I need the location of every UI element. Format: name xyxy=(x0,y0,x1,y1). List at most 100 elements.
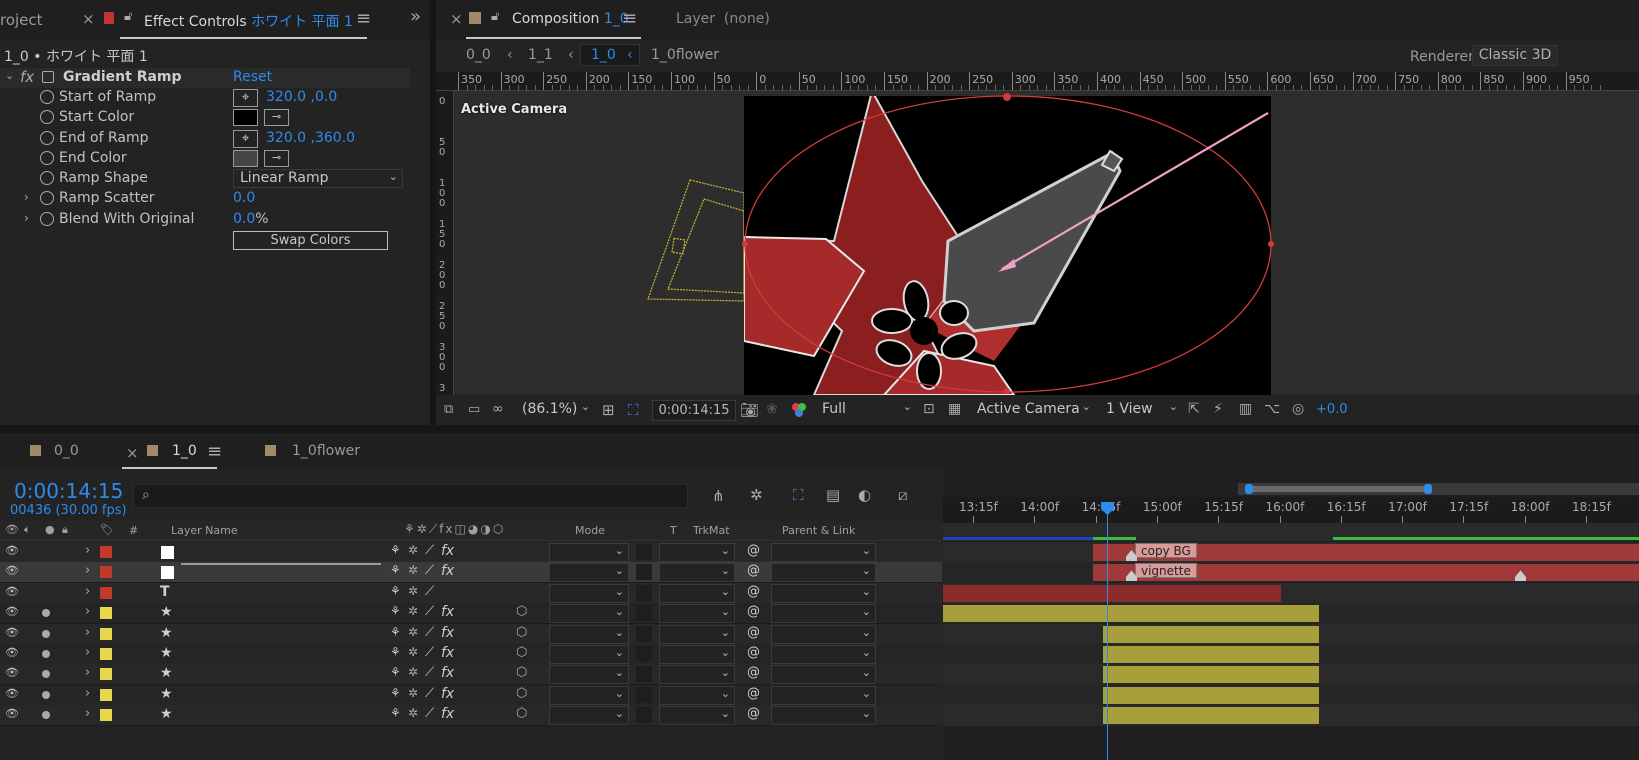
fx-icon[interactable]: fx xyxy=(20,68,34,86)
pickwhip-icon[interactable]: @ xyxy=(747,686,760,701)
col-mode[interactable]: Mode xyxy=(575,524,605,537)
work-area-range[interactable] xyxy=(1248,486,1428,492)
layer-row[interactable]: 👁︎ › ★ ⚘ ✲ ⟋ fx ⬡ ⌄ ⌄ @ ⌄ xyxy=(0,705,942,727)
shy-switch-icon[interactable]: ⚘ xyxy=(390,625,401,639)
draft-3d-icon[interactable]: ✲ xyxy=(750,486,763,504)
chevron-right-icon[interactable]: › xyxy=(85,645,90,660)
layer-name[interactable] xyxy=(181,563,381,566)
shy-switch-icon[interactable]: ⚘ xyxy=(390,686,401,700)
camera-icon[interactable]: 📷︎ xyxy=(740,401,759,419)
label-icon[interactable]: 🏷︎ xyxy=(100,523,114,536)
prop-value[interactable]: 320.0 ,0.0 xyxy=(266,89,337,105)
shy-switch-icon[interactable]: ⚘ xyxy=(390,584,401,598)
pickwhip-icon[interactable]: @ xyxy=(747,563,760,578)
stopwatch-icon[interactable] xyxy=(40,171,54,185)
preserve-transparency-box[interactable] xyxy=(636,544,652,560)
timeline-icon[interactable]: ▥ xyxy=(1239,401,1252,417)
3d-layer-icon[interactable]: ⬡ xyxy=(516,625,527,640)
collapse-switch-icon[interactable]: ✲ xyxy=(408,563,418,577)
lock-icon[interactable]: 🔒︎ xyxy=(62,523,68,537)
collapse-switch-icon[interactable]: ✲ xyxy=(408,665,418,679)
preserve-transparency-box[interactable] xyxy=(636,646,652,662)
tab-comp-active[interactable]: 1_0 xyxy=(172,443,197,459)
layer-row[interactable]: 👁︎ › ⚘ ✲ ⟋ fx ⌄ ⌄ @ ⌄ xyxy=(0,562,942,584)
3d-layer-icon[interactable]: ⬡ xyxy=(516,665,527,680)
tab-comp[interactable]: 0_0 xyxy=(54,443,79,459)
layer-duration-bar[interactable] xyxy=(943,584,1281,602)
label-swatch[interactable] xyxy=(100,546,112,558)
close-icon[interactable]: × xyxy=(450,10,463,28)
label-swatch[interactable] xyxy=(100,627,112,640)
layer-duration-bar[interactable] xyxy=(1103,625,1319,643)
solo-dot[interactable] xyxy=(42,650,50,658)
solo-dot[interactable] xyxy=(42,609,50,618)
resolution-select[interactable]: Full ⌄ xyxy=(816,400,916,421)
mode-select[interactable]: ⌄ xyxy=(549,604,629,624)
parent-select[interactable]: ⌄ xyxy=(771,665,876,685)
layer-duration-bar[interactable] xyxy=(1103,686,1319,704)
preserve-transparency-box[interactable] xyxy=(636,625,652,642)
solo-dot[interactable] xyxy=(42,690,50,699)
pickwhip-icon[interactable]: @ xyxy=(747,584,760,599)
search-input[interactable]: ⌕ xyxy=(133,484,688,508)
chevron-right-icon[interactable]: › xyxy=(85,686,90,701)
solo-dot[interactable] xyxy=(42,629,50,638)
parent-select[interactable]: ⌄ xyxy=(771,543,876,562)
ramp-shape-select[interactable]: Linear Ramp ⌄ xyxy=(233,169,403,188)
breadcrumb-item[interactable]: 1_1 xyxy=(528,47,553,63)
label-swatch[interactable] xyxy=(100,648,112,660)
label-swatch[interactable] xyxy=(100,709,112,722)
solo-dot[interactable] xyxy=(42,670,50,679)
eye-icon[interactable]: 👁︎ xyxy=(5,564,19,577)
toggle-pixel-aspect-icon[interactable]: ⇱ xyxy=(1188,401,1200,417)
layer-duration-bar[interactable] xyxy=(1103,707,1319,725)
current-time[interactable]: 0:00:14:15 xyxy=(14,479,123,503)
layer-row[interactable]: 👁︎ › ★ ⚘ ✲ ⟋ fx ⬡ ⌄ ⌄ @ ⌄ xyxy=(0,684,942,706)
eyedropper-icon[interactable]: ⊸ xyxy=(264,109,289,126)
crosshair-icon[interactable]: ⌖ xyxy=(233,130,258,148)
transparency-grid-icon[interactable]: ▦ xyxy=(948,401,961,417)
chevron-right-icon[interactable]: › xyxy=(85,543,90,558)
lock-icon[interactable]: 🔓︎ xyxy=(491,9,499,24)
fx-switch-icon[interactable]: fx xyxy=(441,625,454,641)
breadcrumb-item[interactable]: 1_0flower xyxy=(651,47,719,63)
trkmat-select[interactable]: ⌄ xyxy=(659,685,735,705)
swap-colors-button[interactable]: Swap Colors xyxy=(233,231,388,250)
timecode-field[interactable]: 0:00:14:15 xyxy=(652,400,736,421)
eye-icon[interactable]: 👁︎ xyxy=(5,646,19,659)
eye-icon[interactable]: 👁︎ xyxy=(5,523,19,536)
expand-panels-icon[interactable]: » xyxy=(410,6,421,27)
eye-icon[interactable]: 👁︎ xyxy=(5,605,19,618)
pickwhip-icon[interactable]: @ xyxy=(747,706,760,721)
breadcrumb-item-active[interactable]: 1_0 ‹ xyxy=(580,44,640,66)
stopwatch-icon[interactable] xyxy=(40,110,54,124)
collapse-switch-icon[interactable]: ✲ xyxy=(408,604,418,618)
shy-switch-icon[interactable]: ⚘ xyxy=(390,706,401,720)
label-swatch[interactable] xyxy=(100,566,112,579)
eye-icon[interactable]: 👁︎ xyxy=(5,544,19,557)
work-area-start-handle[interactable] xyxy=(1245,484,1253,494)
parent-select[interactable]: ⌄ xyxy=(771,583,876,603)
trkmat-select[interactable]: ⌄ xyxy=(659,645,735,664)
parent-select[interactable]: ⌄ xyxy=(771,706,876,726)
breadcrumb-item[interactable]: 0_0 xyxy=(466,47,491,63)
chevron-right-icon[interactable]: › xyxy=(85,625,90,640)
stopwatch-icon[interactable] xyxy=(40,212,54,226)
mode-select[interactable]: ⌄ xyxy=(549,706,629,726)
stopwatch-icon[interactable] xyxy=(40,191,54,205)
tab-project[interactable]: roject xyxy=(0,11,43,29)
3d-layer-icon[interactable]: ⬡ xyxy=(516,604,527,619)
layer-row[interactable]: 👁︎ › ★ ⚘ ✲ ⟋ fx ⬡ ⌄ ⌄ @ ⌄ xyxy=(0,644,942,665)
graph-editor-icon[interactable]: ⧄ xyxy=(898,486,908,504)
fx-switch-icon[interactable]: fx xyxy=(441,686,454,702)
mode-select[interactable]: ⌄ xyxy=(549,685,629,705)
eyedropper-icon[interactable]: ⊸ xyxy=(264,150,289,167)
chevron-right-icon[interactable]: › xyxy=(85,584,90,599)
parent-select[interactable]: ⌄ xyxy=(771,645,876,664)
prop-value[interactable]: 320.0 ,360.0 xyxy=(266,130,355,146)
preserve-transparency-box[interactable] xyxy=(636,584,652,601)
fx-switch-icon[interactable]: fx xyxy=(441,543,454,559)
layer-row[interactable]: 👁︎ › ★ ⚘ ✲ ⟋ fx ⬡ ⌄ ⌄ @ ⌄ xyxy=(0,603,942,625)
shy-switch-icon[interactable]: ⚘ xyxy=(390,543,401,557)
eye-icon[interactable]: 👁︎ xyxy=(5,585,19,598)
